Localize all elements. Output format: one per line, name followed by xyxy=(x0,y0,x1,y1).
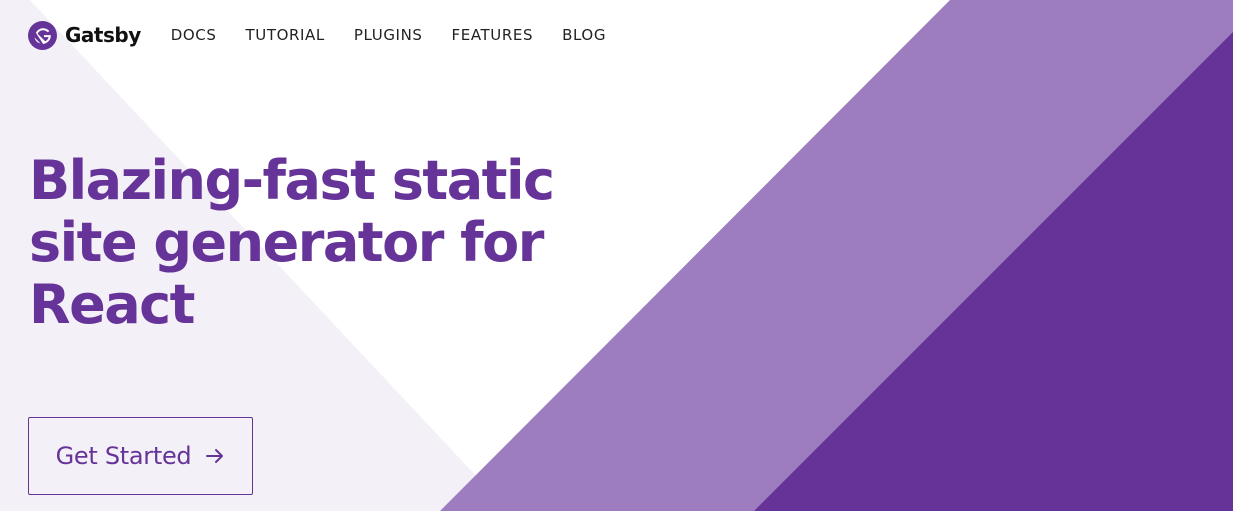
arrow-right-icon xyxy=(206,449,224,463)
hero-headline: Blazing-fast static site generator for R… xyxy=(29,150,569,336)
nav-link-blog[interactable]: BLOG xyxy=(562,17,606,53)
get-started-button[interactable]: Get Started xyxy=(28,417,253,495)
nav-link-features[interactable]: FEATURES xyxy=(452,17,534,53)
nav-link-docs[interactable]: DOCS xyxy=(171,17,217,53)
hero-headline-line-3: React xyxy=(29,273,195,336)
hero-headline-line-2: site generator for xyxy=(29,211,544,274)
brand-name: Gatsby xyxy=(65,23,141,47)
brand-home-link[interactable]: Gatsby xyxy=(28,20,141,50)
nav-link-tutorial[interactable]: TUTORIAL xyxy=(246,17,325,53)
get-started-label: Get Started xyxy=(55,442,192,470)
nav-link-plugins[interactable]: PLUGINS xyxy=(354,17,423,53)
top-navigation: Gatsby DOCS TUTORIAL PLUGINS FEATURES BL… xyxy=(28,18,635,52)
hero-headline-line-1: Blazing-fast static xyxy=(29,149,555,212)
gatsby-logo-icon xyxy=(28,20,57,50)
